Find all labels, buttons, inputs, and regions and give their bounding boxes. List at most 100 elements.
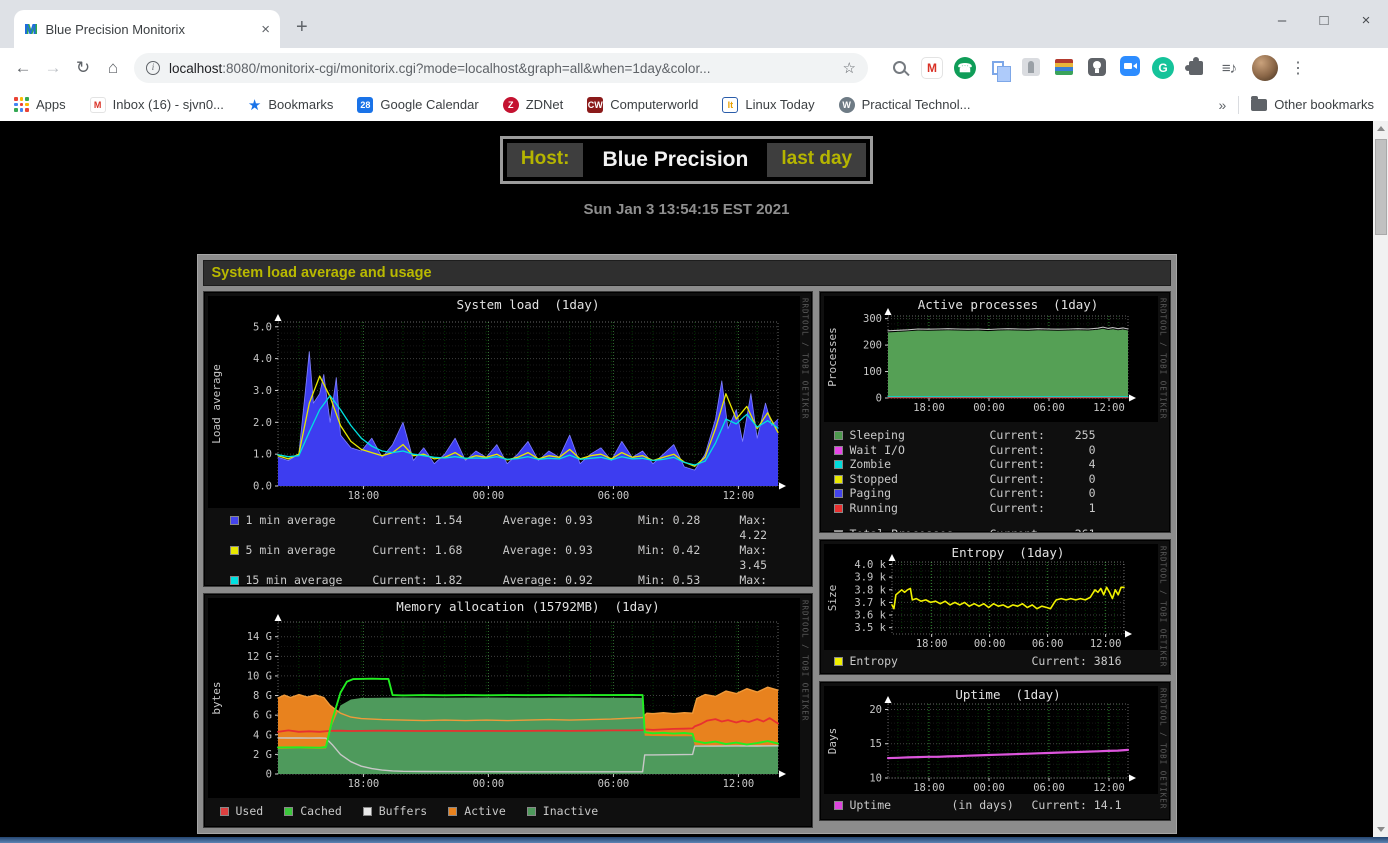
books-stack-extension-icon[interactable] xyxy=(1053,56,1075,80)
legend-item: Active xyxy=(448,804,506,818)
figure-extension-icon xyxy=(1020,56,1042,78)
svg-text:System load (1day): System load (1day) xyxy=(456,297,599,312)
extensions-puzzle-icon[interactable] xyxy=(1185,57,1207,80)
search-extension-icon[interactable] xyxy=(888,57,910,80)
legend-swatch xyxy=(220,807,229,816)
svg-text:14 G: 14 G xyxy=(246,631,271,643)
reload-button[interactable]: ↻ xyxy=(68,53,98,83)
legend-item: Used xyxy=(220,804,264,818)
other-bookmarks-button[interactable]: Other bookmarks xyxy=(1251,97,1374,112)
period-label: last day xyxy=(767,143,866,177)
bookmark-item-linux-today[interactable]: ltLinux Today xyxy=(722,97,814,113)
legend-swatch xyxy=(834,657,843,666)
svg-text:06:00: 06:00 xyxy=(1033,402,1065,414)
bookmarks-overflow-chevron[interactable]: » xyxy=(1219,97,1227,113)
svg-text:3.8 k: 3.8 k xyxy=(854,584,886,596)
forward-button[interactable]: → xyxy=(38,53,68,83)
entropy-legend: EntropyCurrent: 3816 xyxy=(824,654,1158,670)
lamp-extension-icon[interactable] xyxy=(1086,56,1108,81)
browser-menu-icon[interactable]: ⋮ xyxy=(1290,58,1306,78)
grammarly-extension-icon[interactable]: G xyxy=(1152,57,1174,79)
legend-row: PagingCurrent:0 xyxy=(834,486,1152,501)
legend-item: Buffers xyxy=(363,804,427,818)
new-tab-button[interactable]: + xyxy=(296,16,308,39)
apps-grid-icon xyxy=(14,97,29,112)
rrdtool-watermark: RRDTOOL / TOBI OETIKER xyxy=(1159,298,1168,419)
active-processes-panel: 010020030018:0000:0006:0012:00Active pro… xyxy=(819,291,1171,533)
vertical-scrollbar[interactable] xyxy=(1373,121,1388,837)
copy-pages-extension-icon[interactable] xyxy=(987,57,1009,80)
svg-text:20: 20 xyxy=(869,704,882,716)
host-name: Blue Precision xyxy=(588,143,762,177)
legend-item: Uptime xyxy=(834,798,892,812)
home-button[interactable]: ⌂ xyxy=(98,53,128,83)
zoom-video-extension-icon[interactable] xyxy=(1119,55,1141,81)
wordpress-icon: W xyxy=(839,97,855,113)
svg-text:3.6 k: 3.6 k xyxy=(854,610,886,622)
svg-text:3.5 k: 3.5 k xyxy=(854,622,886,634)
window-minimize-button[interactable]: – xyxy=(1274,12,1290,29)
tab-close-icon[interactable]: × xyxy=(261,21,270,38)
entropy-graph[interactable]: 3.5 k3.6 k3.7 k3.8 k3.9 k4.0 k18:0000:00… xyxy=(824,544,1158,650)
svg-text:8 G: 8 G xyxy=(253,690,272,702)
bookmark-label: Apps xyxy=(36,97,66,112)
bookmark-star-icon[interactable]: ☆ xyxy=(843,59,856,77)
system-load-legend: 1 min averageCurrent: 1.54Average: 0.93M… xyxy=(230,513,800,587)
page-content: Host: Blue Precision last day Sun Jan 3 … xyxy=(0,121,1373,837)
svg-text:Active processes (1day): Active processes (1day) xyxy=(917,297,1098,312)
playlist-extension-icon: ≡♪ xyxy=(1218,57,1240,79)
bookmark-item-computerworld[interactable]: CWComputerworld xyxy=(587,97,698,113)
linux-today-icon: lt xyxy=(722,97,738,113)
legend-row: Wait I/OCurrent:0 xyxy=(834,443,1152,458)
uptime-graph[interactable]: 10152018:0000:0006:0012:00Uptime (1day)D… xyxy=(824,686,1158,794)
bookmark-item-inbox-16-sjvn0[interactable]: MInbox (16) - sjvn0... xyxy=(90,97,224,113)
gmail-extension-icon: M xyxy=(921,57,943,79)
svg-text:Load average: Load average xyxy=(210,364,223,443)
bookmark-label: Google Calendar xyxy=(380,97,478,112)
scroll-down-arrow-icon[interactable] xyxy=(1373,822,1388,837)
legend-swatch xyxy=(284,807,293,816)
playlist-extension-icon[interactable]: ≡♪ xyxy=(1218,57,1240,79)
window-maximize-button[interactable]: □ xyxy=(1316,12,1332,29)
svg-text:06:00: 06:00 xyxy=(597,778,629,790)
bookmarks-divider xyxy=(1238,96,1239,114)
legend-swatch xyxy=(834,801,843,810)
svg-text:5.0: 5.0 xyxy=(253,321,272,333)
svg-text:18:00: 18:00 xyxy=(347,490,379,502)
bookmark-label: Inbox (16) - sjvn0... xyxy=(113,97,224,112)
svg-text:12:00: 12:00 xyxy=(722,490,754,502)
profile-avatar[interactable] xyxy=(1252,55,1278,81)
rrdtool-watermark: RRDTOOL / TOBI OETIKER xyxy=(801,600,810,721)
legend-swatch xyxy=(834,475,843,484)
figure-extension-icon[interactable] xyxy=(1020,56,1042,81)
svg-text:4.0 k: 4.0 k xyxy=(854,559,886,571)
legend-row: ZombieCurrent:4 xyxy=(834,457,1152,472)
back-button[interactable]: ← xyxy=(8,53,38,83)
site-info-icon[interactable]: i xyxy=(146,61,160,75)
legend-swatch xyxy=(448,807,457,816)
svg-text:12:00: 12:00 xyxy=(722,778,754,790)
bookmark-item-practical-technol[interactable]: WPractical Technol... xyxy=(839,97,971,113)
memory-graph[interactable]: 02 G4 G6 G8 G10 G12 G14 G18:0000:0006:00… xyxy=(208,598,800,798)
bookmark-item-bookmarks[interactable]: ★Bookmarks xyxy=(248,96,333,114)
browser-tab[interactable]: M Blue Precision Monitorix × xyxy=(14,10,280,48)
bookmark-item-zdnet[interactable]: ZZDNet xyxy=(503,97,564,113)
system-load-graph[interactable]: 0.01.02.03.04.05.018:0000:0006:0012:00Sy… xyxy=(208,296,800,508)
bookmark-item-google-calendar[interactable]: 28Google Calendar xyxy=(357,97,478,113)
active-processes-graph[interactable]: 010020030018:0000:0006:0012:00Active pro… xyxy=(824,296,1158,422)
legend-swatch xyxy=(230,516,239,525)
window-close-button[interactable]: × xyxy=(1358,12,1374,29)
svg-text:0.0: 0.0 xyxy=(253,481,272,493)
svg-text:18:00: 18:00 xyxy=(347,778,379,790)
uptime-panel: 10152018:0000:0006:0012:00Uptime (1day)D… xyxy=(819,681,1171,821)
svg-text:6 G: 6 G xyxy=(253,710,272,722)
scrollbar-thumb[interactable] xyxy=(1375,139,1387,235)
bookmark-item-apps[interactable]: Apps xyxy=(14,97,66,112)
address-bar[interactable]: i localhost:8080/monitorix-cgi/monitorix… xyxy=(134,53,868,83)
svg-text:12 G: 12 G xyxy=(246,651,271,663)
svg-text:10 G: 10 G xyxy=(246,670,271,682)
gmail-extension-icon[interactable]: M xyxy=(921,57,943,79)
google-voice-extension-icon[interactable]: ☎ xyxy=(954,57,976,79)
folder-icon xyxy=(1251,99,1267,111)
scroll-up-arrow-icon[interactable] xyxy=(1373,121,1388,136)
